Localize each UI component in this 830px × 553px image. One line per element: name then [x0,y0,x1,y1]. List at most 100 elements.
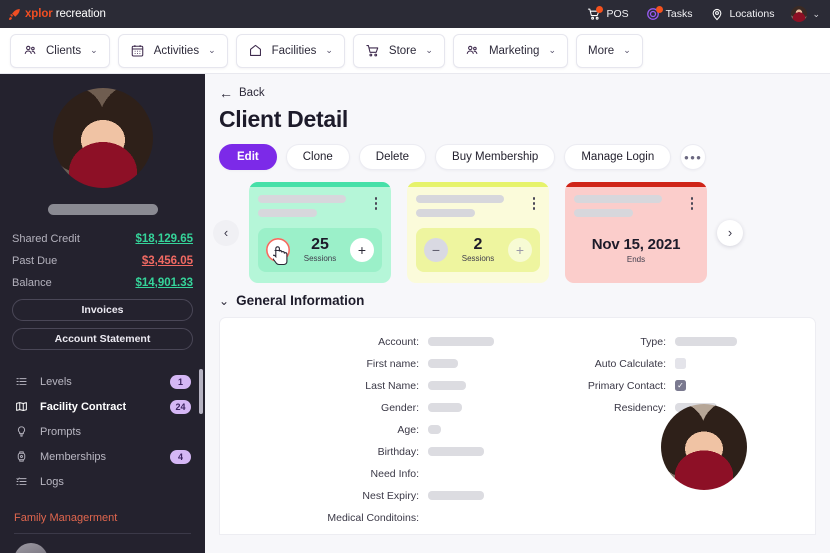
session-unit-label: Sessions [461,254,495,264]
back-button[interactable]: ← Back [219,86,830,100]
finance-row-balance: Balance $14,901.33 [12,277,193,289]
card-menu-icon[interactable] [686,195,698,210]
card-menu-icon[interactable] [528,195,540,210]
sidebar-buttons: Invoices Account Statement [12,299,193,357]
tasks-label: Tasks [665,8,693,20]
family-member-avatar[interactable] [14,543,48,553]
chevron-down-icon: ⌄ [219,293,230,308]
session-counter: − 2 Sessions + [416,228,540,272]
logo-text: xplor recreation [25,8,106,20]
placeholder-bar [428,403,462,412]
field-value [428,337,502,346]
field-label: Account: [378,335,419,348]
field-label: Primary Contact: [587,379,666,392]
field-value [428,359,502,368]
sidebar-item-label: Prompts [40,425,81,438]
page-title: Client Detail [219,106,349,132]
avatar [52,88,153,188]
increment-button[interactable]: + [350,238,374,262]
increment-button[interactable]: + [508,238,532,262]
clone-button[interactable]: Clone [285,144,350,170]
account-statement-button[interactable]: Account Statement [12,328,193,350]
field-primary-contact: Primary Contact: [534,379,749,392]
nav-item-facilities[interactable]: Facilities ⌄ [235,33,345,68]
locations-button[interactable]: Locations [710,7,774,22]
finance-summary: Shared Credit $18,129.65 Past Due $3,456… [12,233,193,289]
membership-card-green[interactable]: − 25 Sessions + [249,182,391,283]
main-navigation: Clients ⌄ Activities ⌄ Facilities ⌄ Stor… [0,28,830,74]
sidebar-menu: Levels 1 Facility Contract 24 Prompts Me… [0,369,205,494]
placeholder-bar [258,209,317,217]
primary-contact-checkbox[interactable] [675,380,686,391]
delete-button[interactable]: Delete [358,144,427,170]
chevron-down-icon: ⌄ [548,45,556,55]
decrement-button[interactable]: − [424,238,448,262]
buy-membership-button[interactable]: Buy Membership [435,144,556,170]
session-count: 2 [473,235,483,253]
logo-text-primary: xplor [25,8,53,20]
sidebar-item-memberships[interactable]: Memberships 4 [0,444,205,469]
info-column-left: Account: First name: Last Name: Gender: [232,335,502,524]
rocket-icon [8,8,21,21]
arrow-left-icon: ← [219,85,233,101]
more-options-button[interactable]: ••• [680,144,707,170]
sidebar-item-badge: 1 [170,374,191,389]
map-pin-icon [710,7,725,22]
manage-login-button[interactable]: Manage Login [564,144,672,170]
sidebar-item-prompts[interactable]: Prompts [0,419,205,444]
page-body: Shared Credit $18,129.65 Past Due $3,456… [0,74,830,553]
membership-card-red[interactable]: Nov 15, 2021 Ends [565,182,707,283]
app-logo[interactable]: xplor recreation [8,8,106,21]
sidebar-item-logs[interactable]: Logs [0,469,205,494]
pos-badge-dot [596,5,604,13]
sidebar-item-badge: 24 [170,399,191,414]
nav-item-clients[interactable]: Clients ⌄ [10,33,110,68]
sidebar-item-facility-contract[interactable]: Facility Contract 24 [0,394,205,419]
field-value [428,403,502,412]
membership-card-yellow[interactable]: − 2 Sessions + [407,182,549,283]
log-list-icon [14,474,29,489]
chevron-down-icon: ⌄ [425,45,433,55]
nav-item-store[interactable]: Store ⌄ [352,33,445,68]
expiry-date: Nov 15, 2021 [591,236,681,253]
pos-button[interactable]: POS [586,5,629,22]
finance-row-shared-credit: Shared Credit $18,129.65 [12,233,193,245]
nav-label: Facilities [271,44,317,57]
nav-item-marketing[interactable]: Marketing ⌄ [452,33,568,68]
shopping-cart-icon [365,43,381,59]
list-icon [14,374,29,389]
sidebar-scrollbar[interactable] [199,369,203,414]
carousel-next-button[interactable]: › [717,219,743,246]
field-nest-expiry: Nest Expiry: [232,489,502,502]
tasks-button[interactable]: Tasks [646,5,693,22]
nav-item-activities[interactable]: Activities ⌄ [117,33,228,68]
nav-label: Store [388,44,417,57]
placeholder-bar [428,447,484,456]
main-content: ← Back Client Detail Edit Clone Delete B… [205,74,830,553]
finance-value[interactable]: $18,129.65 [135,233,193,245]
nav-item-more[interactable]: More ⌄ [576,33,643,68]
invoices-button[interactable]: Invoices [12,299,193,321]
carousel-prev-button[interactable]: ‹ [213,219,239,246]
edit-button[interactable]: Edit [219,144,277,170]
minus-icon: − [273,242,283,258]
field-value [675,380,749,391]
expiry-info: Nov 15, 2021 Ends [574,228,698,272]
card-menu-icon[interactable] [370,195,382,210]
card-title-placeholders [416,195,528,217]
section-title: General Information [236,293,365,308]
decrement-button[interactable]: − [266,238,290,266]
nav-label: Marketing [488,44,540,57]
finance-label: Past Due [12,255,58,267]
account-menu[interactable]: ⌄ [791,6,820,22]
placeholder-bar [416,195,504,203]
auto-calculate-checkbox[interactable] [675,358,686,369]
placeholder-bar [428,381,466,390]
field-value [675,358,749,369]
sidebar-item-levels[interactable]: Levels 1 [0,369,205,394]
finance-value[interactable]: $14,901.33 [135,277,193,289]
general-information-header[interactable]: ⌄ General Information [219,293,830,308]
finance-value[interactable]: $3,456.05 [142,255,193,267]
people-icon [465,43,481,59]
logo-text-secondary: recreation [52,8,106,20]
